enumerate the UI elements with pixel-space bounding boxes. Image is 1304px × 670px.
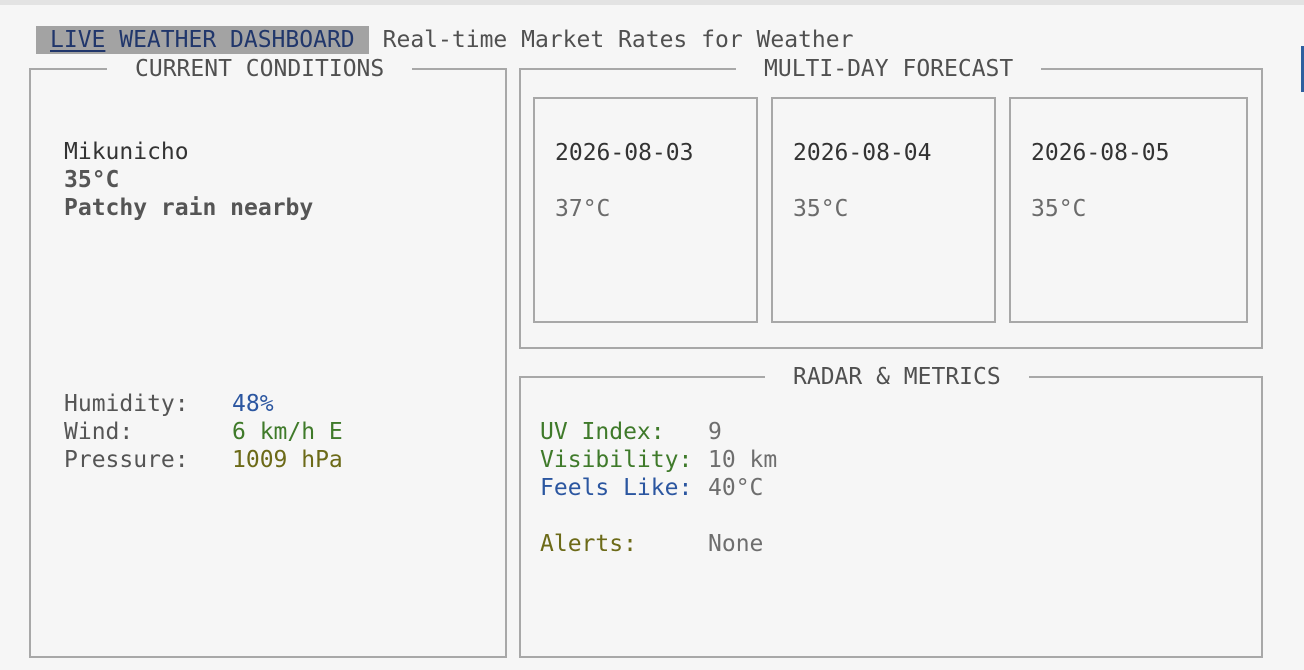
forecast-temp: 35°C — [793, 196, 849, 222]
pressure-value: 1009 hPa — [232, 447, 343, 473]
visibility-value: 10 km — [708, 447, 778, 473]
feels-like-value: 40°C — [708, 475, 764, 501]
radar-metrics-panel: RADAR & METRICS UV Index: 9 Visibility: … — [519, 363, 1263, 658]
current-condition: Patchy rain nearby — [64, 195, 314, 221]
radar-metrics-heading: RADAR & METRICS — [765, 363, 1029, 391]
forecast-card: 2026-08-03 37°C — [533, 97, 758, 323]
forecast-panel: MULTI-DAY FORECAST 2026-08-03 37°C 2026-… — [519, 55, 1263, 349]
humidity-label: Humidity: — [64, 391, 189, 417]
app-title-live: LIVE — [50, 27, 106, 53]
alerts-label: Alerts: — [540, 531, 637, 557]
forecast-temp: 37°C — [555, 196, 611, 222]
wind-value: 6 km/h E — [232, 419, 343, 445]
pressure-label: Pressure: — [64, 447, 189, 473]
wind-label: Wind: — [64, 419, 134, 445]
forecast-card: 2026-08-05 35°C — [1009, 97, 1248, 323]
top-window-bar — [0, 0, 1304, 5]
current-temperature: 35°C — [64, 167, 120, 193]
humidity-value: 48% — [232, 391, 274, 417]
uv-index-value: 9 — [708, 419, 722, 445]
forecast-card: 2026-08-04 35°C — [771, 97, 996, 323]
forecast-date: 2026-08-05 — [1031, 140, 1170, 166]
forecast-date: 2026-08-03 — [555, 140, 694, 166]
header: LIVE WEATHER DASHBOARD Real-time Market … — [36, 26, 853, 54]
app-title-rest: WEATHER DASHBOARD — [105, 27, 355, 53]
forecast-date: 2026-08-04 — [793, 140, 932, 166]
feels-like-label: Feels Like: — [540, 475, 693, 501]
forecast-temp: 35°C — [1031, 196, 1087, 222]
visibility-label: Visibility: — [540, 447, 693, 473]
current-conditions-panel: CURRENT CONDITIONS Mikunicho 35°C Patchy… — [29, 55, 507, 658]
current-conditions-heading: CURRENT CONDITIONS — [107, 55, 413, 83]
uv-index-label: UV Index: — [540, 419, 665, 445]
location-name: Mikunicho — [64, 139, 189, 165]
forecast-heading: MULTI-DAY FORECAST — [736, 55, 1042, 83]
alerts-value: None — [708, 531, 764, 557]
app-subtitle: Real-time Market Rates for Weather — [382, 27, 854, 53]
app-title: LIVE WEATHER DASHBOARD — [36, 26, 369, 54]
